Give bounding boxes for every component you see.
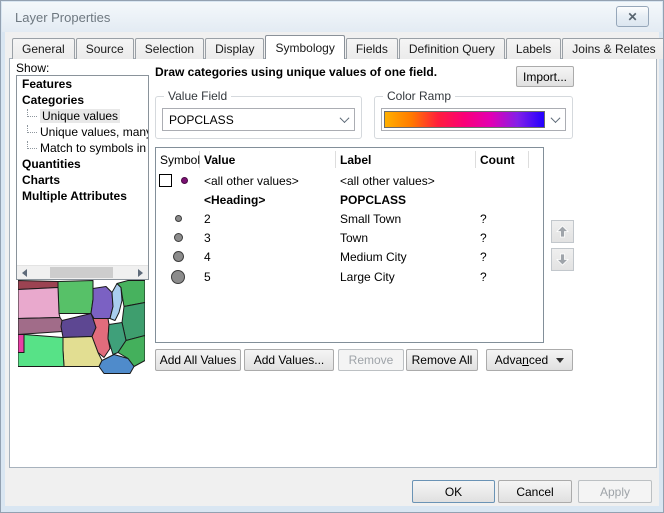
- layer-properties-dialog: Layer Properties ✕ General Source Select…: [0, 0, 664, 513]
- row-value: 4: [200, 250, 336, 264]
- column-header-label: Label: [336, 151, 476, 168]
- show-label: Show:: [16, 61, 49, 75]
- move-up-button: [551, 220, 574, 243]
- close-button[interactable]: ✕: [616, 6, 649, 27]
- symbology-tab-page: Show: Features Categories Unique values …: [9, 58, 657, 468]
- tab-display[interactable]: Display: [205, 38, 264, 59]
- tab-selection[interactable]: Selection: [135, 38, 204, 59]
- all-other-values-symbol-icon[interactable]: [181, 177, 188, 184]
- color-ramp-label: Color Ramp: [383, 89, 455, 103]
- graduated-symbol-icon[interactable]: [173, 251, 184, 262]
- row-value: <Heading>: [200, 193, 336, 207]
- row-count: ?: [476, 212, 529, 226]
- value-field-label: Value Field: [164, 89, 231, 103]
- all-other-values-checkbox[interactable]: [159, 174, 172, 187]
- tab-symbology[interactable]: Symbology: [265, 35, 344, 59]
- row-label: Large City: [336, 270, 476, 284]
- tab-general[interactable]: General: [12, 38, 75, 59]
- renderer-tree: Features Categories Unique values Unique…: [16, 75, 149, 280]
- graduated-symbol-icon[interactable]: [171, 270, 185, 284]
- apply-button: Apply: [578, 480, 652, 503]
- add-all-values-button[interactable]: Add All Values: [155, 349, 241, 371]
- row-value: 5: [200, 270, 336, 284]
- tree-item-features[interactable]: Features: [17, 76, 148, 92]
- row-label: Small Town: [336, 212, 476, 226]
- table-row[interactable]: 5 Large City ?: [156, 266, 543, 288]
- value-field-value: POPCLASS: [163, 113, 334, 127]
- tree-horizontal-scrollbar[interactable]: [17, 265, 148, 279]
- ok-button[interactable]: OK: [412, 480, 495, 503]
- tree-item-unique-values[interactable]: Unique values: [17, 108, 148, 124]
- tab-definition-query[interactable]: Definition Query: [399, 38, 505, 59]
- column-header-symbol: Symbol: [156, 151, 200, 168]
- column-header-count: Count: [476, 151, 529, 168]
- row-count: ?: [476, 231, 529, 245]
- advanced-label: Adva: [495, 353, 522, 367]
- value-field-group: Value Field POPCLASS: [155, 96, 362, 139]
- tab-strip: General Source Selection Display Symbolo…: [12, 38, 664, 59]
- tab-labels[interactable]: Labels: [506, 38, 561, 59]
- tree-connector: [27, 109, 37, 117]
- tab-joins-relates[interactable]: Joins & Relates: [562, 38, 664, 59]
- move-down-button: [551, 248, 574, 271]
- table-row[interactable]: <Heading> POPCLASS: [156, 190, 543, 209]
- row-count: ?: [476, 250, 529, 264]
- table-row[interactable]: 4 Medium City ?: [156, 247, 543, 266]
- import-button[interactable]: Import...: [516, 66, 574, 87]
- column-header-filler: [529, 151, 543, 168]
- table-header: Symbol Value Label Count: [156, 148, 543, 171]
- tree-item-charts[interactable]: Charts: [17, 172, 148, 188]
- color-ramp-group: Color Ramp: [374, 96, 573, 139]
- tab-source[interactable]: Source: [76, 38, 134, 59]
- chevron-down-icon: [334, 116, 354, 123]
- map-preview: [18, 280, 145, 374]
- row-label: <all other values>: [336, 174, 476, 188]
- scroll-right-arrow-icon[interactable]: [133, 266, 148, 279]
- graduated-symbol-icon[interactable]: [175, 215, 182, 222]
- tree-item-multiple-attributes[interactable]: Multiple Attributes: [17, 188, 148, 204]
- tree-item-unique-values-many[interactable]: Unique values, many: [17, 124, 148, 140]
- tree-item-match-symbols[interactable]: Match to symbols in a: [17, 140, 148, 156]
- window-title: Layer Properties: [15, 10, 110, 25]
- arrow-down-icon: [556, 253, 569, 266]
- row-value: 2: [200, 212, 336, 226]
- arrow-up-icon: [556, 225, 569, 238]
- color-ramp-swatch: [384, 111, 545, 128]
- dropdown-arrow-icon: [556, 358, 564, 363]
- remove-all-button[interactable]: Remove All: [406, 349, 478, 371]
- tree-item-quantities[interactable]: Quantities: [17, 156, 148, 172]
- row-label: Medium City: [336, 250, 476, 264]
- row-label: Town: [336, 231, 476, 245]
- scrollbar-thumb[interactable]: [50, 267, 113, 278]
- value-field-combobox[interactable]: POPCLASS: [162, 108, 355, 131]
- advanced-button[interactable]: Advanced: [486, 349, 573, 371]
- value-symbol-table: Symbol Value Label Count <all other valu…: [155, 147, 544, 343]
- tree-connector: [27, 125, 37, 133]
- tab-fields[interactable]: Fields: [346, 38, 398, 59]
- graduated-symbol-icon[interactable]: [174, 233, 183, 242]
- column-header-value: Value: [200, 151, 336, 168]
- color-ramp-combobox[interactable]: [381, 108, 566, 131]
- tree-item-categories[interactable]: Categories: [17, 92, 148, 108]
- row-count: ?: [476, 270, 529, 284]
- close-icon: ✕: [627, 10, 637, 24]
- remove-button: Remove: [338, 349, 404, 371]
- add-values-button[interactable]: Add Values...: [244, 349, 334, 371]
- title-bar: Layer Properties: [2, 2, 662, 32]
- row-value: 3: [200, 231, 336, 245]
- row-value: <all other values>: [200, 174, 336, 188]
- page-heading: Draw categories using unique values of o…: [155, 65, 437, 79]
- tree-connector: [27, 141, 37, 149]
- scrollbar-track[interactable]: [32, 266, 133, 279]
- table-row[interactable]: 2 Small Town ?: [156, 209, 543, 228]
- table-row[interactable]: <all other values> <all other values>: [156, 171, 543, 190]
- cancel-button[interactable]: Cancel: [498, 480, 572, 503]
- scroll-left-arrow-icon[interactable]: [17, 266, 32, 279]
- row-label: POPCLASS: [336, 193, 476, 207]
- chevron-down-icon: [545, 116, 565, 123]
- table-row[interactable]: 3 Town ?: [156, 228, 543, 247]
